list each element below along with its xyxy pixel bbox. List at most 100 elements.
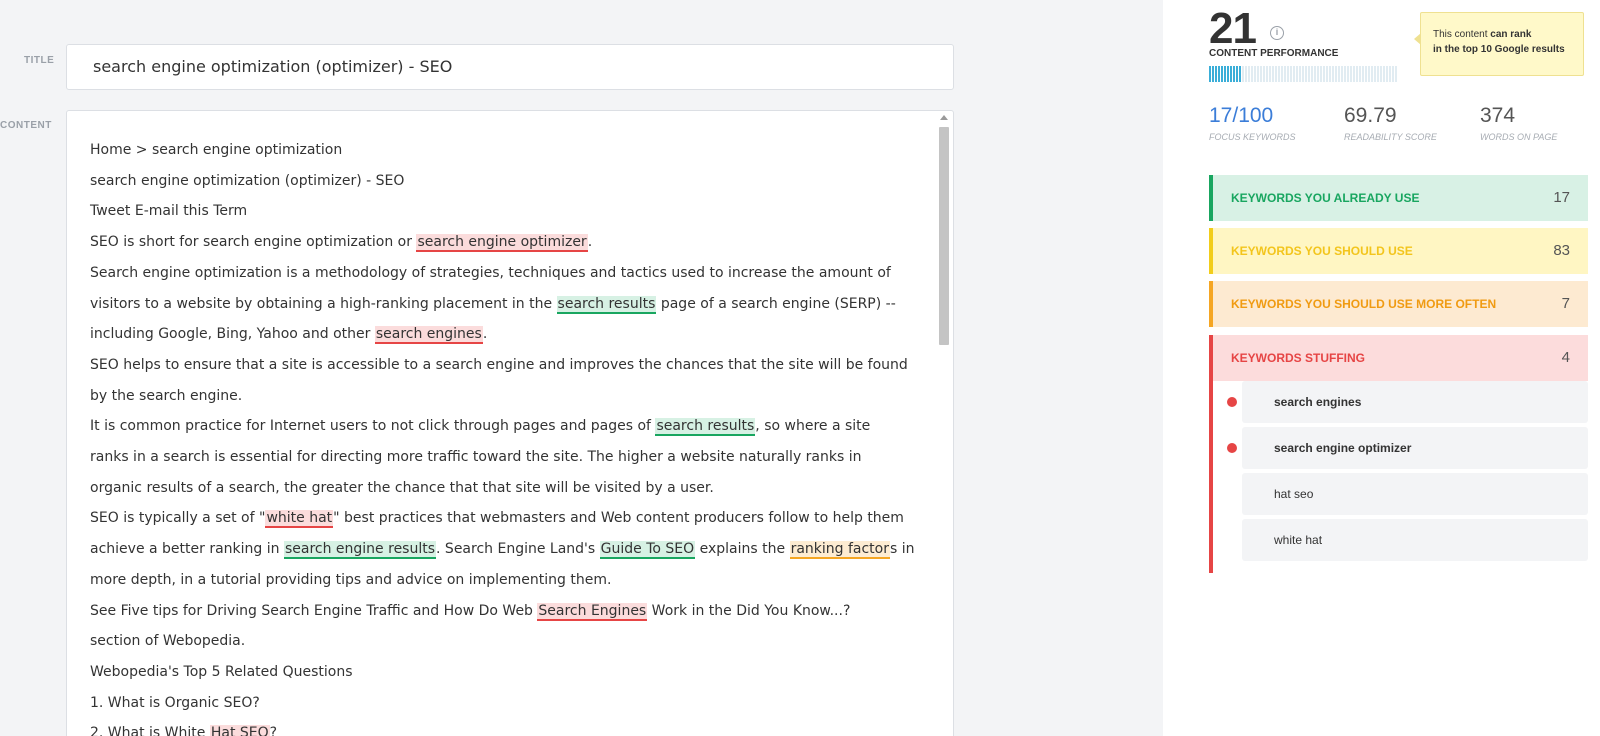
scroll-up-icon[interactable] bbox=[940, 115, 948, 120]
performance-bar-segment bbox=[1344, 66, 1346, 82]
content-line: See Five tips for Driving Search Engine … bbox=[90, 596, 920, 627]
content-label: CONTENT bbox=[0, 120, 52, 131]
content-text-segment: ranks in a search is essential for direc… bbox=[90, 449, 862, 466]
content-text-segment: Webopedia's Top 5 Related Questions bbox=[90, 663, 353, 680]
performance-bar-segment bbox=[1341, 66, 1343, 82]
performance-bar-segment bbox=[1308, 66, 1310, 82]
performance-bar-segment bbox=[1245, 66, 1247, 82]
performance-bar-segment bbox=[1281, 66, 1283, 82]
group-count: 4 bbox=[1561, 349, 1570, 366]
stat-label: FOCUS KEYWORDS bbox=[1209, 132, 1296, 142]
content-text-segment: 2. What is White bbox=[90, 725, 210, 736]
title-input[interactable]: search engine optimization (optimizer) -… bbox=[66, 44, 954, 90]
content-text-segment: explains the bbox=[695, 541, 790, 558]
tooltip-prefix: This content bbox=[1433, 29, 1491, 40]
performance-bar-segment bbox=[1389, 66, 1391, 82]
performance-bar-segment-filled bbox=[1218, 66, 1220, 82]
content-text-segment: . bbox=[587, 234, 593, 251]
content-text-segment: Tweet E-mail this Term bbox=[90, 203, 248, 220]
stat-label: READABILITY SCORE bbox=[1344, 132, 1437, 142]
stuffing-item[interactable]: hat seo bbox=[1242, 473, 1588, 515]
content-text-segment: " best practices that webmasters and Web… bbox=[333, 510, 904, 527]
keyword-highlight: search engines bbox=[374, 326, 483, 345]
performance-bar-segment bbox=[1392, 66, 1394, 82]
stat-value: 69.79 bbox=[1344, 104, 1397, 127]
performance-bar-segment bbox=[1359, 66, 1361, 82]
keywords-should-use-more-often[interactable]: KEYWORDS YOU SHOULD USE MORE OFTEN 7 bbox=[1209, 281, 1588, 327]
performance-bar-segment bbox=[1305, 66, 1307, 82]
content-text-segment: . Search Engine Land's bbox=[436, 541, 600, 558]
stat-value: 17 bbox=[1209, 104, 1233, 127]
performance-bar-segment bbox=[1371, 66, 1373, 82]
performance-bar-segment bbox=[1350, 66, 1352, 82]
performance-bar-segment-filled bbox=[1227, 66, 1229, 82]
content-text-segment: including Google, Bing, Yahoo and other bbox=[90, 326, 375, 343]
performance-bar-segment bbox=[1332, 66, 1334, 82]
performance-bar-segment bbox=[1299, 66, 1301, 82]
group-title: KEYWORDS YOU ALREADY USE bbox=[1231, 191, 1420, 205]
performance-bar-segment bbox=[1275, 66, 1277, 82]
content-text[interactable]: Home > search engine optimization search … bbox=[90, 135, 920, 736]
stat-label: WORDS ON PAGE bbox=[1480, 132, 1558, 142]
content-line: SEO helps to ensure that a site is acces… bbox=[90, 350, 920, 381]
info-icon[interactable]: i bbox=[1270, 26, 1284, 40]
content-text-segment: See Five tips for Driving Search Engine … bbox=[90, 602, 538, 619]
stat-readability-score: 69.79 READABILITY SCORE bbox=[1344, 104, 1437, 142]
stuffing-item[interactable]: search engines bbox=[1227, 381, 1588, 423]
performance-bar-segment bbox=[1311, 66, 1313, 82]
content-scrollbar[interactable] bbox=[937, 111, 951, 736]
performance-bar-segment bbox=[1329, 66, 1331, 82]
performance-bar-segment bbox=[1260, 66, 1262, 82]
content-line: by the search engine. bbox=[90, 381, 920, 412]
stat-value: 374 bbox=[1480, 104, 1516, 127]
performance-bar-segment-filled bbox=[1239, 66, 1241, 82]
performance-bar-segment bbox=[1290, 66, 1292, 82]
stuffing-item[interactable]: white hat bbox=[1242, 519, 1588, 561]
keyword-highlight: white hat bbox=[265, 510, 334, 529]
content-line: It is common practice for Internet users… bbox=[90, 411, 920, 442]
content-line: including Google, Bing, Yahoo and other … bbox=[90, 319, 920, 350]
performance-bar-segment bbox=[1287, 66, 1289, 82]
group-title: KEYWORDS STUFFING bbox=[1231, 351, 1365, 365]
content-text-segment: more depth, in a tutorial providing tips… bbox=[90, 571, 612, 588]
performance-bar-segment bbox=[1362, 66, 1364, 82]
performance-bar-segment bbox=[1323, 66, 1325, 82]
performance-bar-segment bbox=[1284, 66, 1286, 82]
keywords-stuffing[interactable]: KEYWORDS STUFFING 4 bbox=[1209, 335, 1588, 381]
performance-bar-segment bbox=[1242, 66, 1244, 82]
performance-bar-segment bbox=[1317, 66, 1319, 82]
content-line: ranks in a search is essential for direc… bbox=[90, 442, 920, 473]
content-line: achieve a better ranking in search engin… bbox=[90, 534, 920, 565]
content-text-segment: visitors to a website by obtaining a hig… bbox=[90, 295, 557, 312]
keywords-already-use[interactable]: KEYWORDS YOU ALREADY USE 17 bbox=[1209, 175, 1588, 221]
keyword-highlight: search results bbox=[556, 295, 657, 314]
keywords-should-use[interactable]: KEYWORDS YOU SHOULD USE 83 bbox=[1209, 228, 1588, 274]
performance-bar-segment bbox=[1278, 66, 1280, 82]
scroll-thumb[interactable] bbox=[939, 127, 949, 345]
content-line: visitors to a website by obtaining a hig… bbox=[90, 289, 920, 320]
stuffing-indicator-line bbox=[1209, 381, 1213, 573]
performance-bar-segment bbox=[1326, 66, 1328, 82]
content-text-segment: achieve a better ranking in bbox=[90, 541, 284, 558]
performance-bar-segment bbox=[1320, 66, 1322, 82]
content-editor[interactable]: Home > search engine optimization search … bbox=[66, 110, 954, 736]
stuffing-item[interactable]: search engine optimizer bbox=[1227, 427, 1588, 469]
performance-bar-segment bbox=[1386, 66, 1388, 82]
performance-bar-segment bbox=[1377, 66, 1379, 82]
performance-bar-segment-filled bbox=[1215, 66, 1217, 82]
performance-bar-segment bbox=[1254, 66, 1256, 82]
performance-bar-segment bbox=[1302, 66, 1304, 82]
stuffing-keyword: hat seo bbox=[1274, 487, 1314, 501]
content-line: Home > search engine optimization bbox=[90, 135, 920, 166]
performance-bar-segment-filled bbox=[1230, 66, 1232, 82]
keyword-highlight: Hat SEO bbox=[209, 725, 270, 736]
performance-bar-segment bbox=[1380, 66, 1382, 82]
performance-bar-segment bbox=[1356, 66, 1358, 82]
content-line: Search engine optimization is a methodol… bbox=[90, 258, 920, 289]
content-line: Webopedia's Top 5 Related Questions bbox=[90, 657, 920, 688]
stat-suffix: /100 bbox=[1232, 104, 1274, 127]
content-line: section of Webopedia. bbox=[90, 626, 920, 657]
performance-bar-segment bbox=[1293, 66, 1295, 82]
rank-tooltip: This content can rank in the top 10 Goog… bbox=[1414, 12, 1584, 76]
performance-bar-segment bbox=[1272, 66, 1274, 82]
